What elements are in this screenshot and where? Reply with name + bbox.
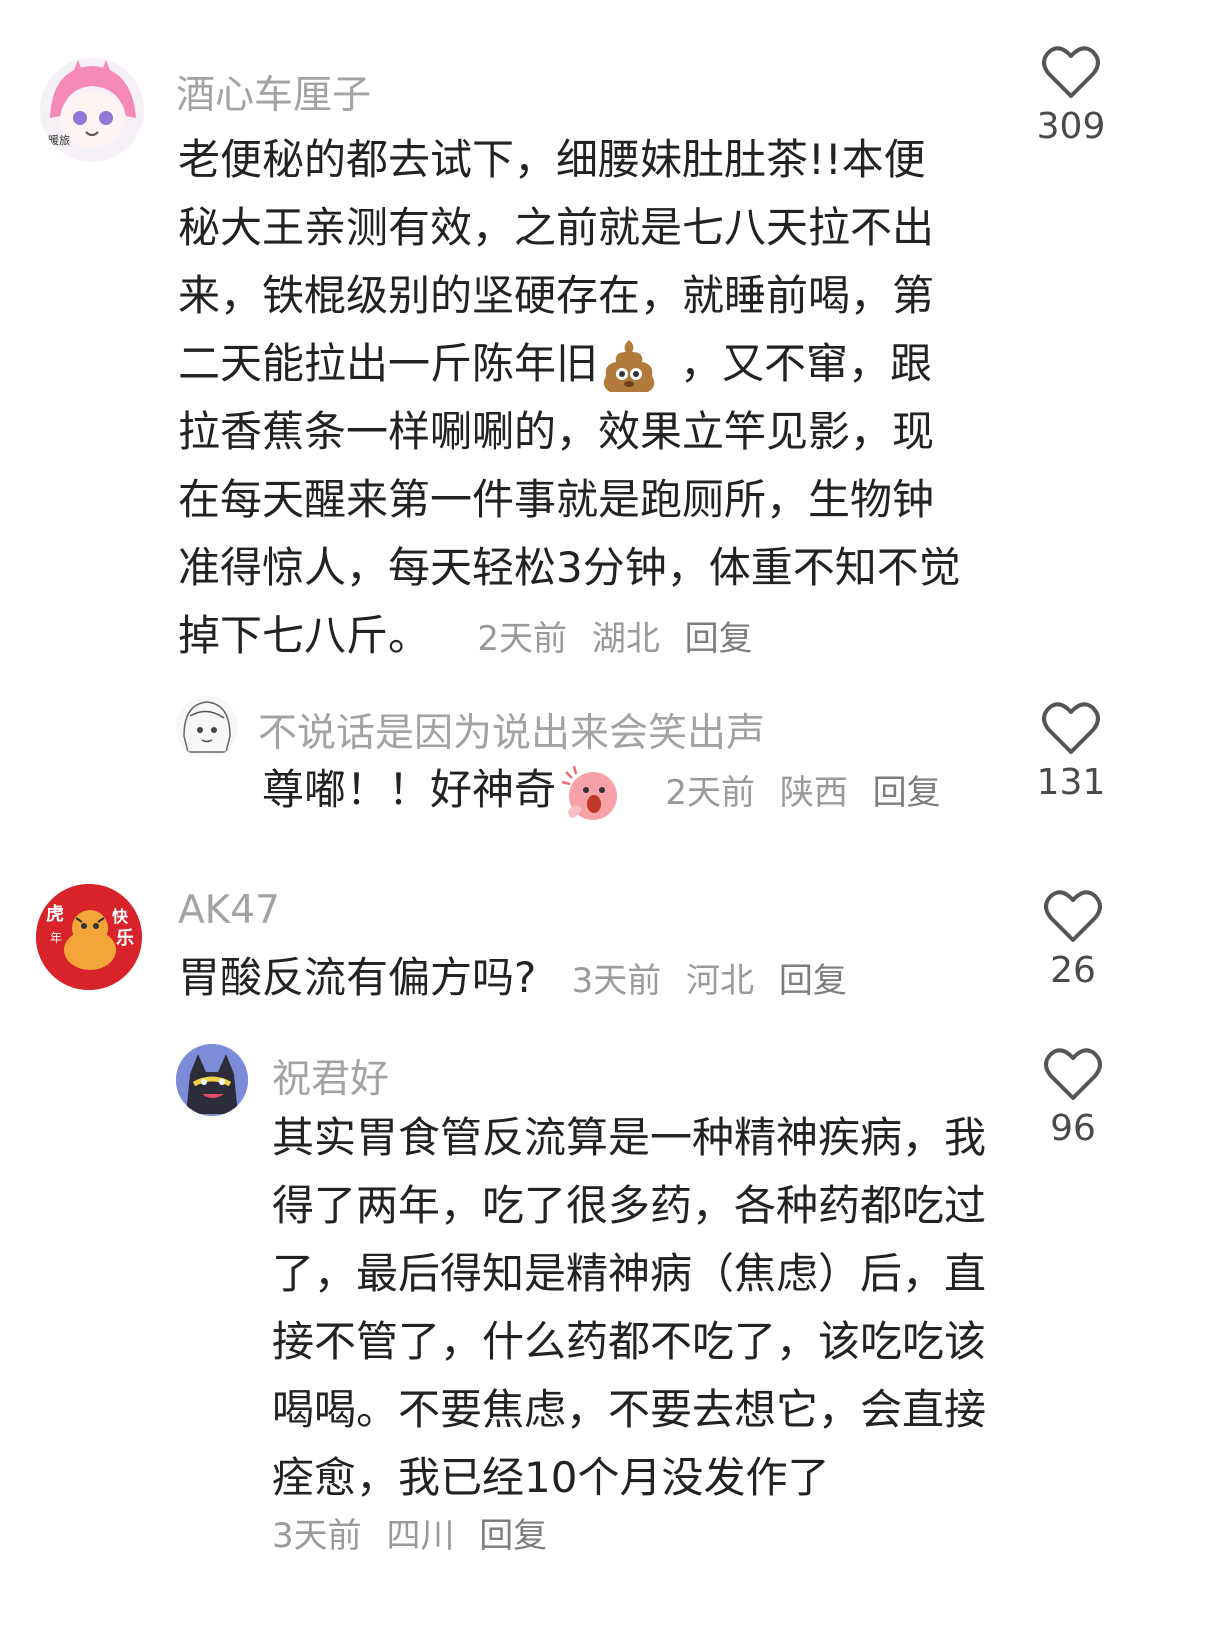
username[interactable]: 酒心车厘子 [176,64,371,120]
like-button[interactable]: 26 [1018,888,1128,991]
comment-line: 拉香蕉条一样唰唰的，效果立竿见影，现 [178,407,935,456]
comment-line: 来，铁棍级别的坚硬存在，就睡前喝，第 [178,271,935,320]
comment-line: 了，最后得知是精神病（焦虑）后，直 [272,1249,987,1298]
sketch-girl-avatar-icon [176,696,238,758]
username[interactable]: 祝君好 [272,1048,389,1104]
comment-line: 掉下七八斤。 2天前 湖北 回复 [178,602,1008,673]
avatar-text: 暖旅 [48,133,70,147]
reply-button[interactable]: 回复 [873,773,941,813]
avatar[interactable]: 暖旅 [40,58,144,162]
comment-line: 得了两年，吃了很多药，各种药都吃过 [272,1181,987,1230]
like-button[interactable]: 131 [1016,700,1126,803]
comment-meta: 2天前 湖北 回复 [477,619,766,659]
comment-line: 接不管了，什么药都不吃了，该吃吃该 [272,1317,987,1366]
avatar[interactable] [176,696,238,758]
comment-line-part: ，又不窜，跟 [680,339,933,388]
comment-location: 河北 [686,961,755,1001]
comment-meta: 2天前 陕西 回复 [665,773,954,813]
heart-icon [1042,46,1100,98]
comment-body: 老便秘的都去试下，细腰妹肚肚茶!!本便 秘大王亲测有效，之前就是七八天拉不出 来… [178,126,1008,673]
comment-line: 老便秘的都去试下，细腰妹肚肚茶!!本便 [178,135,926,184]
cartoon-wolf-avatar-icon [176,1044,248,1116]
anime-girl-avatar-icon: 暖旅 [40,58,144,162]
username[interactable]: AK47 [178,888,280,933]
comment-location: 四川 [386,1516,455,1556]
like-count: 309 [1036,106,1106,147]
comment-time: 2天前 [665,773,756,813]
heart-icon [1044,1048,1102,1100]
heart-icon [1042,702,1100,754]
poop-emoji [598,336,660,398]
tiger-new-year-avatar-icon: 虎 年 快 乐 [36,884,142,990]
comment-body: 尊嘟！！好神奇 2天前 陕西 回复 [262,756,962,827]
comment-body: 其实胃食管反流算是一种精神疾病，我 得了两年，吃了很多药，各种药都吃过 了，最后… [272,1104,1012,1512]
comment-text: 胃酸反流有偏方吗? [178,953,537,1002]
comment-body: 胃酸反流有偏方吗? 3天前 河北 回复 [178,944,998,1015]
like-button[interactable]: 96 [1018,1046,1128,1149]
comment-line: 其实胃食管反流算是一种精神疾病，我 [272,1113,987,1162]
comment-line-part: 掉下七八斤。 [178,611,431,660]
avatar[interactable] [176,1044,248,1116]
reply-button[interactable]: 回复 [685,619,753,659]
comment-location: 湖北 [591,619,660,659]
comment-meta: 3天前 河北 回复 [572,961,861,1001]
comment-line: 准得惊人，每天轻松3分钟，体重不知不觉 [178,543,961,592]
comment-time: 3天前 [571,961,662,1001]
comment-time: 3天前 [272,1516,362,1556]
comment-line-part: 二天能拉出一斤陈年旧 [178,339,599,388]
like-button[interactable]: 309 [1016,44,1126,147]
like-count: 96 [1050,1108,1096,1149]
comment-line: 二天能拉出一斤陈年旧 ，又不窜，跟 [178,330,1008,398]
avatar-text: 快 [112,907,129,926]
comment-line: 痊愈，我已经10个月没发作了 [272,1453,830,1502]
username[interactable]: 不说话是因为说出来会笑出声 [258,702,765,758]
comment-meta: 3天前 四川 回复 [272,1508,561,1557]
comment-time: 2天前 [477,619,568,659]
avatar[interactable]: 虎 年 快 乐 [36,884,142,990]
avatar-text: 年 [50,931,62,945]
avatar-text: 乐 [116,928,134,949]
like-count: 131 [1036,762,1106,803]
comment-line: 秘大王亲测有效，之前就是七八天拉不出 [178,203,935,252]
like-count: 26 [1050,950,1096,991]
comment-location: 陕西 [779,773,848,813]
comment-line: 在每天醒来第一件事就是跑厕所，生物钟 [178,475,935,524]
surprised-emoji [560,762,622,824]
avatar-text: 虎 [46,903,64,925]
reply-button[interactable]: 回复 [779,961,847,1001]
comment-line: 喝喝。不要焦虑，不要去想它，会直接 [272,1385,987,1434]
heart-icon [1044,890,1102,942]
comment-text: 尊嘟！！好神奇 [262,765,557,814]
reply-button[interactable]: 回复 [479,1516,547,1556]
